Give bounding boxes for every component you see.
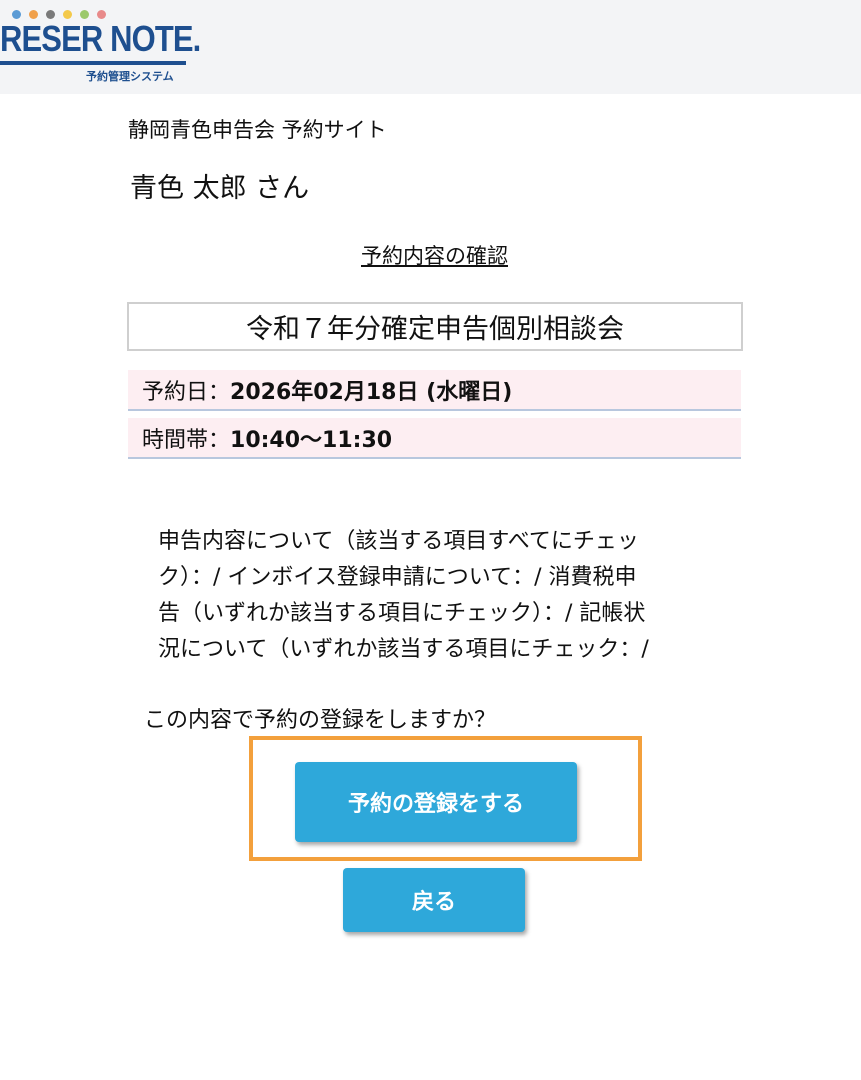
- event-title-box: 令和７年分確定申告個別相談会: [127, 302, 743, 351]
- consultation-line: 申告内容について（該当する項目すべてにチェッ: [158, 529, 639, 554]
- site-title: 静岡青色申告会 予約サイト: [128, 118, 387, 142]
- consultation-details: 申告内容について（該当する項目すべてにチェッ ク）：/ インボイス登録申請につい…: [158, 524, 718, 668]
- page-heading: 予約内容の確認: [361, 244, 508, 268]
- confirm-question: この内容で予約の登録をしますか？: [144, 708, 497, 733]
- consultation-line: 告（いずれか該当する項目にチェック）：/ 記帳状: [158, 601, 646, 626]
- site-header: RESER NOTE. 予約管理システム: [0, 0, 861, 94]
- logo-subtitle: 予約管理システム: [86, 70, 174, 83]
- event-title: 令和７年分確定申告個別相談会: [246, 314, 624, 345]
- date-label: 予約日：: [142, 379, 231, 405]
- reservation-date-row: 予約日： 2026年02月18日 (水曜日): [128, 370, 741, 411]
- consultation-line: ク）：/ インボイス登録申請について：/ 消費税申: [158, 565, 637, 590]
- back-button[interactable]: 戻る: [343, 868, 525, 932]
- reser-note-logo[interactable]: RESER NOTE. 予約管理システム: [0, 0, 201, 90]
- time-label: 時間帯：: [142, 427, 231, 453]
- logo-wordmark: RESER NOTE.: [0, 18, 201, 59]
- reservation-time-row: 時間帯： 10:40〜11:30: [128, 418, 741, 459]
- time-value: 10:40〜11:30: [230, 427, 393, 453]
- date-value: 2026年02月18日 (水曜日): [230, 379, 513, 405]
- register-reservation-button[interactable]: 予約の登録をする: [295, 762, 577, 842]
- logo-underline: [0, 61, 186, 65]
- user-name: 青色 太郎 さん: [130, 173, 310, 204]
- consultation-line: 況について（いずれか該当する項目にチェック：/: [158, 637, 649, 662]
